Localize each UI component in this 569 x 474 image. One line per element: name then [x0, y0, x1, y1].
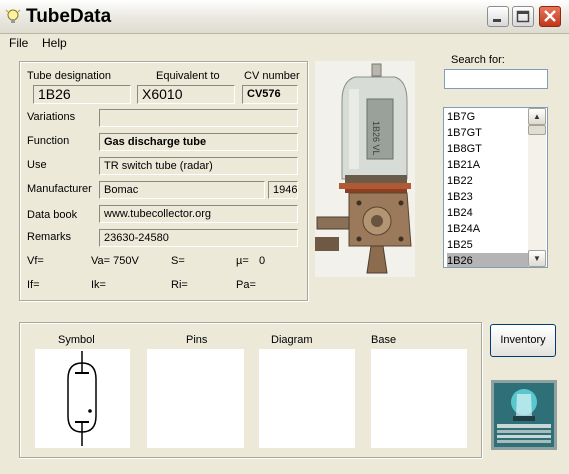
minimize-button[interactable]	[487, 6, 509, 27]
use-label: Use	[27, 159, 47, 171]
diagram-label: Diagram	[271, 334, 313, 346]
data-book-label: Data book	[27, 209, 78, 221]
search-input[interactable]	[444, 69, 548, 89]
ik-param: Ik=	[91, 279, 106, 291]
title-bar[interactable]: TubeData	[0, 0, 569, 34]
scroll-up-button[interactable]: ▲	[528, 108, 546, 125]
list-item[interactable]: 1B23	[447, 189, 531, 205]
ri-param: Ri=	[171, 279, 188, 291]
year-field[interactable]: 1946	[268, 181, 298, 199]
base-panel	[371, 349, 467, 448]
mu-param: µ=	[236, 255, 249, 267]
tube-photo: 1B26 VL	[315, 61, 415, 277]
list-scrollbar[interactable]: ▲ ▼	[528, 108, 546, 267]
window-title: TubeData	[26, 6, 112, 27]
va-param: Va= 750V	[91, 255, 139, 267]
search-label: Search for:	[451, 54, 505, 66]
function-label: Function	[27, 135, 70, 147]
close-icon	[544, 10, 556, 22]
menu-bar: File Help	[0, 33, 569, 52]
base-label: Base	[371, 334, 397, 346]
inventory-button[interactable]: Inventory	[490, 324, 556, 357]
tube-print-text: 1B26 VL	[371, 121, 381, 156]
mu-value: 0	[259, 255, 266, 267]
manufacturer-label: Manufacturer	[27, 183, 92, 195]
symbol-label: Symbol	[58, 334, 95, 346]
pins-panel	[147, 349, 244, 448]
minimize-icon	[493, 19, 501, 22]
diagram-panel	[259, 349, 355, 448]
variations-field[interactable]	[99, 109, 298, 127]
gas-tube-symbol-icon	[67, 351, 97, 446]
equivalent-label: Equivalent to	[156, 70, 220, 82]
data-book-field[interactable]: www.tubecollector.org	[99, 205, 298, 223]
list-item[interactable]: 1B21A	[447, 157, 531, 173]
list-item[interactable]: 1B7GT	[447, 125, 531, 141]
symbol-panel	[35, 349, 130, 448]
remarks-label: Remarks	[27, 231, 72, 243]
list-item[interactable]: 1B8GT	[447, 141, 531, 157]
vf-param: Vf=	[27, 255, 44, 267]
use-field[interactable]: TR switch tube (radar)	[99, 157, 298, 175]
maximize-icon	[516, 10, 530, 23]
pins-label: Pins	[186, 334, 208, 346]
manufacturer-field[interactable]: Bomac	[99, 181, 265, 199]
list-item[interactable]: 1B24	[447, 205, 531, 221]
list-item[interactable]: 1B7G	[447, 109, 531, 125]
menu-file[interactable]: File	[9, 36, 28, 50]
tube-logo-icon	[491, 380, 557, 450]
tube-designation-field[interactable]: 1B26	[33, 85, 131, 104]
list-item[interactable]: 1B24A	[447, 221, 531, 237]
equivalent-field[interactable]: X6010	[137, 85, 235, 104]
close-button[interactable]	[539, 6, 561, 27]
cv-number-field[interactable]: CV576	[242, 85, 298, 104]
chevron-down-icon: ▼	[533, 254, 541, 263]
pa-param: Pa=	[236, 279, 256, 291]
cv-number-label: CV number	[244, 70, 300, 82]
s-param: S=	[171, 255, 185, 267]
scroll-down-button[interactable]: ▼	[528, 250, 546, 267]
if-param: If=	[27, 279, 40, 291]
remarks-field[interactable]: 23630-24580	[99, 229, 298, 247]
list-item-selected[interactable]: 1B26	[447, 253, 531, 267]
lightbulb-icon	[5, 9, 21, 23]
scroll-thumb[interactable]	[528, 125, 546, 135]
variations-label: Variations	[27, 111, 76, 123]
menu-help[interactable]: Help	[42, 36, 67, 50]
list-item[interactable]: 1B22	[447, 173, 531, 189]
maximize-button[interactable]	[512, 6, 534, 27]
tube-designation-label: Tube designation	[27, 70, 111, 82]
function-field[interactable]: Gas discharge tube	[99, 133, 298, 151]
chevron-up-icon: ▲	[533, 112, 541, 121]
list-item[interactable]: 1B25	[447, 237, 531, 253]
